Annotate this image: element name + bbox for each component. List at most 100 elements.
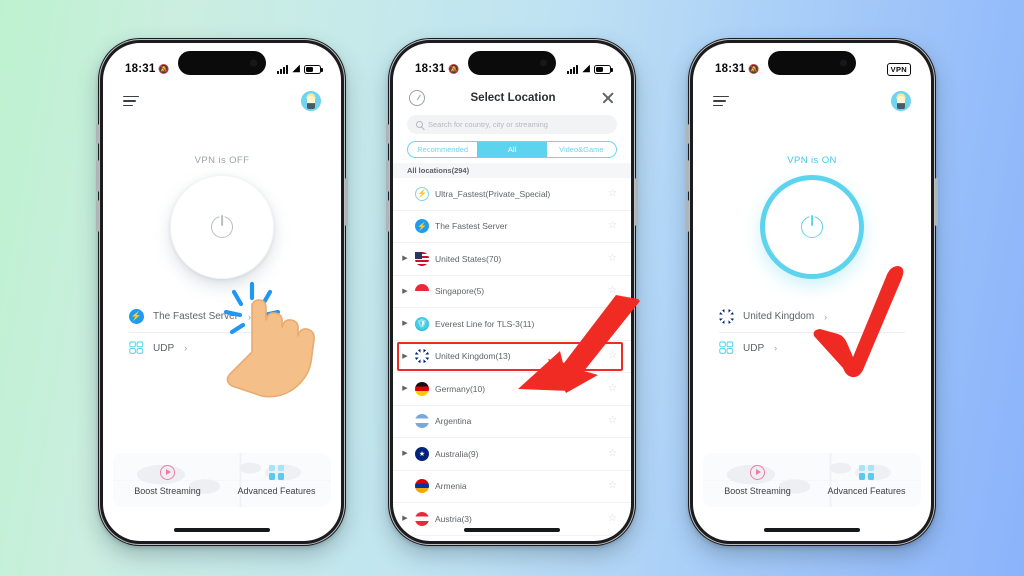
wifi-icon: ◢	[582, 63, 590, 74]
server-row-label: The Fastest Server	[153, 311, 239, 322]
signal-bars-icon	[277, 64, 289, 74]
protocol-row[interactable]: UDP ›	[129, 332, 315, 363]
favorite-star-icon[interactable]: ☆	[608, 221, 617, 231]
favorite-star-icon[interactable]: ☆	[608, 188, 617, 199]
power-icon	[211, 215, 233, 238]
power-side-button[interactable]	[635, 178, 638, 226]
signal-bars-icon	[567, 64, 579, 74]
vpn-status-badge: VPN	[886, 62, 911, 76]
status-time-group: 18:31 🔕	[125, 63, 170, 75]
mute-switch[interactable]	[96, 124, 99, 144]
favorite-star-icon[interactable]: ☆	[608, 416, 617, 426]
volume-up-button[interactable]	[96, 160, 99, 192]
location-list[interactable]: Ultra_Fastest(Private_Special)☆The Faste…	[393, 178, 631, 541]
location-name: United States(70)	[435, 253, 502, 264]
location-row[interactable]: ▶ Everest Line for TLS-3(11) ☆	[393, 308, 631, 341]
hamburger-menu-icon[interactable]	[713, 95, 729, 107]
location-row[interactable]: ▶ Germany(10) ☆	[393, 373, 631, 406]
vpn-status-text: VPN is ON	[787, 155, 837, 166]
shield-icon	[415, 316, 429, 331]
tab-video-game[interactable]: Video&Game	[547, 142, 616, 157]
favorite-star-icon[interactable]: ☆	[608, 383, 617, 394]
nav-advanced-features[interactable]: Advanced Features	[812, 453, 921, 507]
home-indicator[interactable]	[464, 528, 560, 532]
location-row[interactable]: Azerbaijan☆	[393, 536, 631, 542]
power-toggle-button[interactable]	[170, 175, 274, 279]
expand-caret-icon[interactable]: ▶	[401, 450, 409, 457]
expand-caret-icon[interactable]: ▶	[401, 255, 409, 262]
power-side-button[interactable]	[345, 178, 348, 226]
protocol-row[interactable]: UDP ›	[719, 332, 905, 363]
mute-switch[interactable]	[386, 124, 389, 144]
location-row[interactable]: ▶ Singapore(5) ☆	[393, 276, 631, 308]
user-avatar-icon[interactable]	[301, 91, 321, 111]
favorite-star-icon[interactable]: ☆	[608, 318, 617, 329]
nav-boost-streaming[interactable]: Boost Streaming	[703, 453, 812, 507]
expand-caret-icon[interactable]: ▶	[401, 515, 409, 522]
flag-uk-icon	[719, 309, 734, 324]
chevron-right-icon: ›	[184, 343, 188, 353]
protocol-row-label: UDP	[743, 342, 765, 354]
favorite-star-icon[interactable]: ☆	[608, 448, 617, 459]
search-placeholder: Search for country, city or streaming	[428, 120, 548, 129]
volume-down-button[interactable]	[686, 200, 689, 232]
home-indicator[interactable]	[764, 528, 860, 532]
server-row[interactable]: United Kingdom ›	[719, 301, 905, 332]
location-row[interactable]: ▶ Australia(9) ☆	[393, 438, 631, 471]
location-name: Germany(10)	[435, 383, 486, 394]
expand-caret-icon[interactable]: ▶	[401, 288, 409, 295]
location-row[interactable]: Argentina ☆	[393, 406, 631, 438]
home-indicator[interactable]	[174, 528, 270, 532]
hamburger-menu-icon[interactable]	[123, 95, 139, 107]
dynamic-island	[768, 51, 856, 75]
location-name: United Kingdom(13)	[435, 351, 511, 362]
server-row-label: United Kingdom	[743, 311, 815, 322]
settings-rows: The Fastest Server › UDP ›	[129, 301, 315, 363]
ultra-fastest-icon	[415, 186, 429, 201]
tab-recommended[interactable]: Recommended	[408, 142, 477, 157]
flag-icon	[415, 251, 429, 266]
close-icon[interactable]	[601, 91, 615, 105]
power-button-wrap	[760, 175, 864, 279]
nav-advanced-features[interactable]: Advanced Features	[222, 453, 331, 507]
location-header: Select Location	[393, 83, 631, 113]
expand-caret-icon[interactable]: ▶	[401, 320, 409, 327]
mute-switch[interactable]	[686, 124, 689, 144]
location-name: Everest Line for TLS-3(11)	[435, 318, 535, 329]
location-row[interactable]: ▶ United Kingdom(13) ☆	[393, 341, 631, 373]
expand-caret-icon[interactable]: ▶	[401, 353, 409, 360]
status-icons: ◢	[567, 63, 613, 74]
chevron-right-icon: ›	[824, 311, 828, 322]
phone-2-select-location: 18:31 🔕 ◢ Select Location Search for cou…	[386, 38, 640, 546]
favorite-star-icon[interactable]: ☆	[608, 513, 617, 524]
power-toggle-button[interactable]	[760, 175, 864, 279]
volume-up-button[interactable]	[386, 160, 389, 192]
nav-boost-streaming[interactable]: Boost Streaming	[113, 453, 222, 507]
favorite-star-icon[interactable]: ☆	[608, 253, 617, 264]
favorite-star-icon[interactable]: ☆	[608, 286, 617, 296]
favorite-star-icon[interactable]: ☆	[608, 481, 617, 491]
user-avatar-icon[interactable]	[891, 91, 911, 111]
location-row[interactable]: Armenia ☆	[393, 471, 631, 503]
volume-down-button[interactable]	[386, 200, 389, 232]
settings-rows: United Kingdom › UDP ›	[719, 301, 905, 363]
wifi-icon: ◢	[292, 63, 300, 74]
speedometer-icon[interactable]	[409, 90, 425, 106]
app-bar	[693, 83, 931, 119]
location-row[interactable]: The Fastest Server ☆	[393, 211, 631, 243]
search-input[interactable]: Search for country, city or streaming	[407, 115, 617, 134]
server-row[interactable]: The Fastest Server ›	[129, 301, 315, 332]
phone-2-screen: 18:31 🔕 ◢ Select Location Search for cou…	[393, 43, 631, 541]
volume-down-button[interactable]	[96, 200, 99, 232]
tab-all[interactable]: All	[477, 142, 547, 157]
flag-icon	[415, 511, 429, 526]
volume-up-button[interactable]	[686, 160, 689, 192]
location-row[interactable]: Ultra_Fastest(Private_Special) ☆	[393, 178, 631, 211]
chevron-right-icon: ›	[248, 311, 252, 322]
bell-slash-icon: 🔕	[158, 63, 170, 74]
location-row[interactable]: ▶ United States(70) ☆	[393, 243, 631, 276]
status-icons: VPN	[886, 62, 911, 76]
favorite-star-icon[interactable]: ☆	[608, 351, 617, 361]
expand-caret-icon[interactable]: ▶	[401, 385, 409, 392]
power-side-button[interactable]	[935, 178, 938, 226]
